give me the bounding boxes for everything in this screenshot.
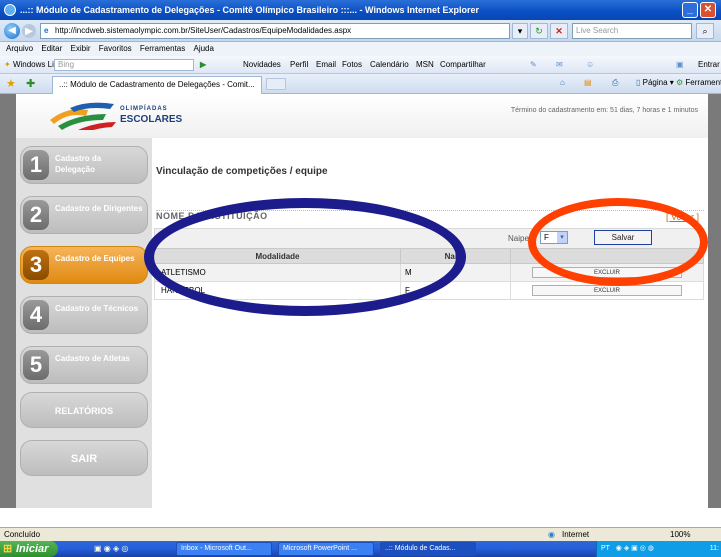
address-bar[interactable]: http://incdweb.sistemaolympic.com.br/Sit…	[40, 23, 510, 39]
minimize-icon[interactable]: _	[682, 2, 698, 18]
nav-sair-button[interactable]: SAIR	[20, 440, 148, 476]
nav-label: Cadastro de Técnicos	[55, 304, 139, 313]
logo-line-2: ESCOLARES	[120, 114, 183, 125]
delete-button[interactable]: EXCLUIR	[532, 285, 682, 296]
window-titlebar: ...:: Módulo de Cadastramento de Delegaç…	[0, 0, 721, 20]
toolbar-novidades[interactable]: Novidades	[243, 56, 281, 74]
nav-label: Cadastro da Delegação	[55, 154, 102, 174]
forward-arrow-icon[interactable]: ▶	[22, 24, 36, 38]
print-icon[interactable]: ⎙	[612, 78, 618, 88]
page-menu-label: Página	[642, 78, 668, 87]
nav-number: 3	[23, 250, 49, 280]
toolbar-compartilhar[interactable]: Compartilhar	[440, 56, 486, 74]
toolbar-msn[interactable]: MSN	[416, 56, 434, 74]
nav-item-dirigentes[interactable]: 2 Cadastro de Dirigentes	[20, 196, 148, 234]
contacts-icon[interactable]: ☺	[586, 56, 594, 74]
menu-bar: Arquivo Editar Exibir Favoritos Ferramen…	[0, 42, 721, 56]
menu-favoritos[interactable]: Favoritos	[99, 44, 132, 53]
start-button[interactable]: ⊞ Iniciar	[0, 541, 58, 557]
feeds-icon[interactable]: ▤	[584, 78, 592, 87]
main-content: Vinculação de competições / equipe NOME …	[152, 138, 708, 508]
back-arrow-icon[interactable]: ◀	[4, 23, 20, 39]
start-label: Iniciar	[16, 543, 49, 555]
refresh-icon[interactable]: ↻	[530, 23, 548, 39]
nav-item-delegacao[interactable]: 1 Cadastro da Delegação	[20, 146, 148, 184]
pencil-icon[interactable]: ✎	[530, 56, 537, 74]
site-header: OLIMPÍADAS ESCOLARES Término do cadastra…	[16, 94, 708, 138]
tray-icons[interactable]: ◉ ◈ ▣ ◎ ◍	[616, 545, 654, 552]
tools-menu[interactable]: ⚙ Ferramentas	[676, 78, 721, 87]
nav-relatorios-button[interactable]: RELATÓRIOS	[20, 392, 148, 428]
home-icon[interactable]: ⌂	[560, 78, 565, 87]
page-icon: ▯	[636, 78, 641, 87]
menu-arquivo[interactable]: Arquivo	[6, 44, 33, 53]
toolbar-calendario[interactable]: Calendário	[370, 56, 409, 74]
nav-label: Cadastro de Dirigentes	[55, 204, 143, 213]
zoom-level[interactable]: 100%	[670, 528, 690, 542]
status-text: Concluído	[4, 530, 41, 539]
olympic-swoosh-logo	[50, 102, 116, 130]
menu-exibir[interactable]: Exibir	[71, 44, 91, 53]
windows-taskbar: ⊞ Iniciar ▣ ◉ ◈ ◎ Inbox - Microsoft Out.…	[0, 541, 721, 557]
windows-flag-icon: ⊞	[3, 543, 13, 555]
windows-live-toolbar: ✦ Windows Live Bing ▶ Novidades Perfil E…	[0, 56, 721, 74]
tools-menu-label: Ferramentas	[685, 78, 721, 87]
tab-bar: ★ ✚ ..:: Módulo de Cadastramento de Dele…	[0, 74, 721, 94]
nav-item-tecnicos[interactable]: 4 Cadastro de Técnicos	[20, 296, 148, 334]
nav-item-equipes[interactable]: 3 Cadastro de Equipes	[20, 246, 148, 284]
toolbar-fotos[interactable]: Fotos	[342, 56, 362, 74]
system-tray: PT ◉ ◈ ▣ ◎ ◍ 11:	[596, 541, 721, 557]
menu-ferramentas[interactable]: Ferramentas	[140, 44, 185, 53]
blue-highlight-oval	[144, 198, 466, 316]
browser-tab[interactable]: ..:: Módulo de Cadastramento de Delegaçõ…	[52, 76, 262, 94]
toolbar-entrar[interactable]: Entrar	[698, 56, 720, 74]
add-favorites-icon[interactable]: ✚	[26, 77, 35, 90]
close-icon[interactable]: ✕	[700, 2, 716, 18]
favorites-star-icon[interactable]: ★	[6, 77, 16, 90]
deadline-text: Término do cadastramento em: 51 dias, 7 …	[510, 107, 698, 114]
new-tab-button[interactable]	[266, 78, 286, 90]
taskbar-item-outlook[interactable]: Inbox - Microsoft Out...	[176, 542, 272, 556]
menu-editar[interactable]: Editar	[41, 44, 62, 53]
nav-number: 1	[23, 150, 49, 180]
mail-icon[interactable]: ✉	[556, 56, 563, 74]
menu-ajuda[interactable]: Ajuda	[193, 44, 213, 53]
toolbar-perfil[interactable]: Perfil	[290, 56, 308, 74]
nav-number: 4	[23, 300, 49, 330]
tab-title: ..:: Módulo de Cadastramento de Delegaçõ…	[59, 80, 255, 89]
status-bar: Concluído ◉ Internet 100%	[0, 527, 721, 541]
page-menu[interactable]: ▯ Página ▾	[636, 78, 674, 87]
taskbar-item-ie[interactable]: ..:: Módulo de Cadas...	[380, 542, 476, 556]
nav-item-atletas[interactable]: 5 Cadastro de Atletas	[20, 346, 148, 384]
nav-label: Cadastro de Atletas	[55, 354, 130, 363]
nav-number: 2	[23, 200, 49, 230]
toolbar-search-input[interactable]: Bing	[54, 59, 194, 71]
logo-line-1: OLIMPÍADAS	[120, 106, 168, 112]
dropdown-icon[interactable]: ▾	[512, 23, 528, 39]
internet-globe-icon: ◉	[548, 530, 555, 539]
ie-logo-icon	[4, 4, 16, 16]
search-input[interactable]: Live Search	[572, 23, 692, 39]
stop-icon[interactable]: ✕	[550, 23, 568, 39]
status-zone: Internet	[562, 530, 590, 539]
nav-number: 5	[23, 350, 49, 380]
navigation-bar: ◀ ▶ http://incdweb.sistemaolympic.com.br…	[0, 20, 721, 42]
taskbar-item-powerpoint[interactable]: Microsoft PowerPoint ...	[278, 542, 374, 556]
quicklaunch-icons[interactable]: ▣ ◉ ◈ ◎	[94, 541, 128, 557]
tools-gear-icon: ⚙	[676, 78, 684, 87]
page-title: Vinculação de competições / equipe	[156, 166, 328, 177]
toolbar-go-icon[interactable]: ▶	[200, 56, 206, 74]
window-title: ...:: Módulo de Cadastramento de Delegaç…	[20, 5, 479, 15]
options-icon[interactable]: ▣	[676, 56, 684, 74]
clock: 11:	[709, 545, 719, 552]
red-highlight-oval	[528, 198, 708, 286]
nav-label: Cadastro de Equipes	[55, 254, 135, 263]
tray-language[interactable]: PT	[601, 545, 610, 552]
search-icon[interactable]: ⌕	[696, 23, 714, 39]
toolbar-email[interactable]: Email	[316, 56, 336, 74]
windows-live-icon: ✦	[4, 60, 11, 69]
